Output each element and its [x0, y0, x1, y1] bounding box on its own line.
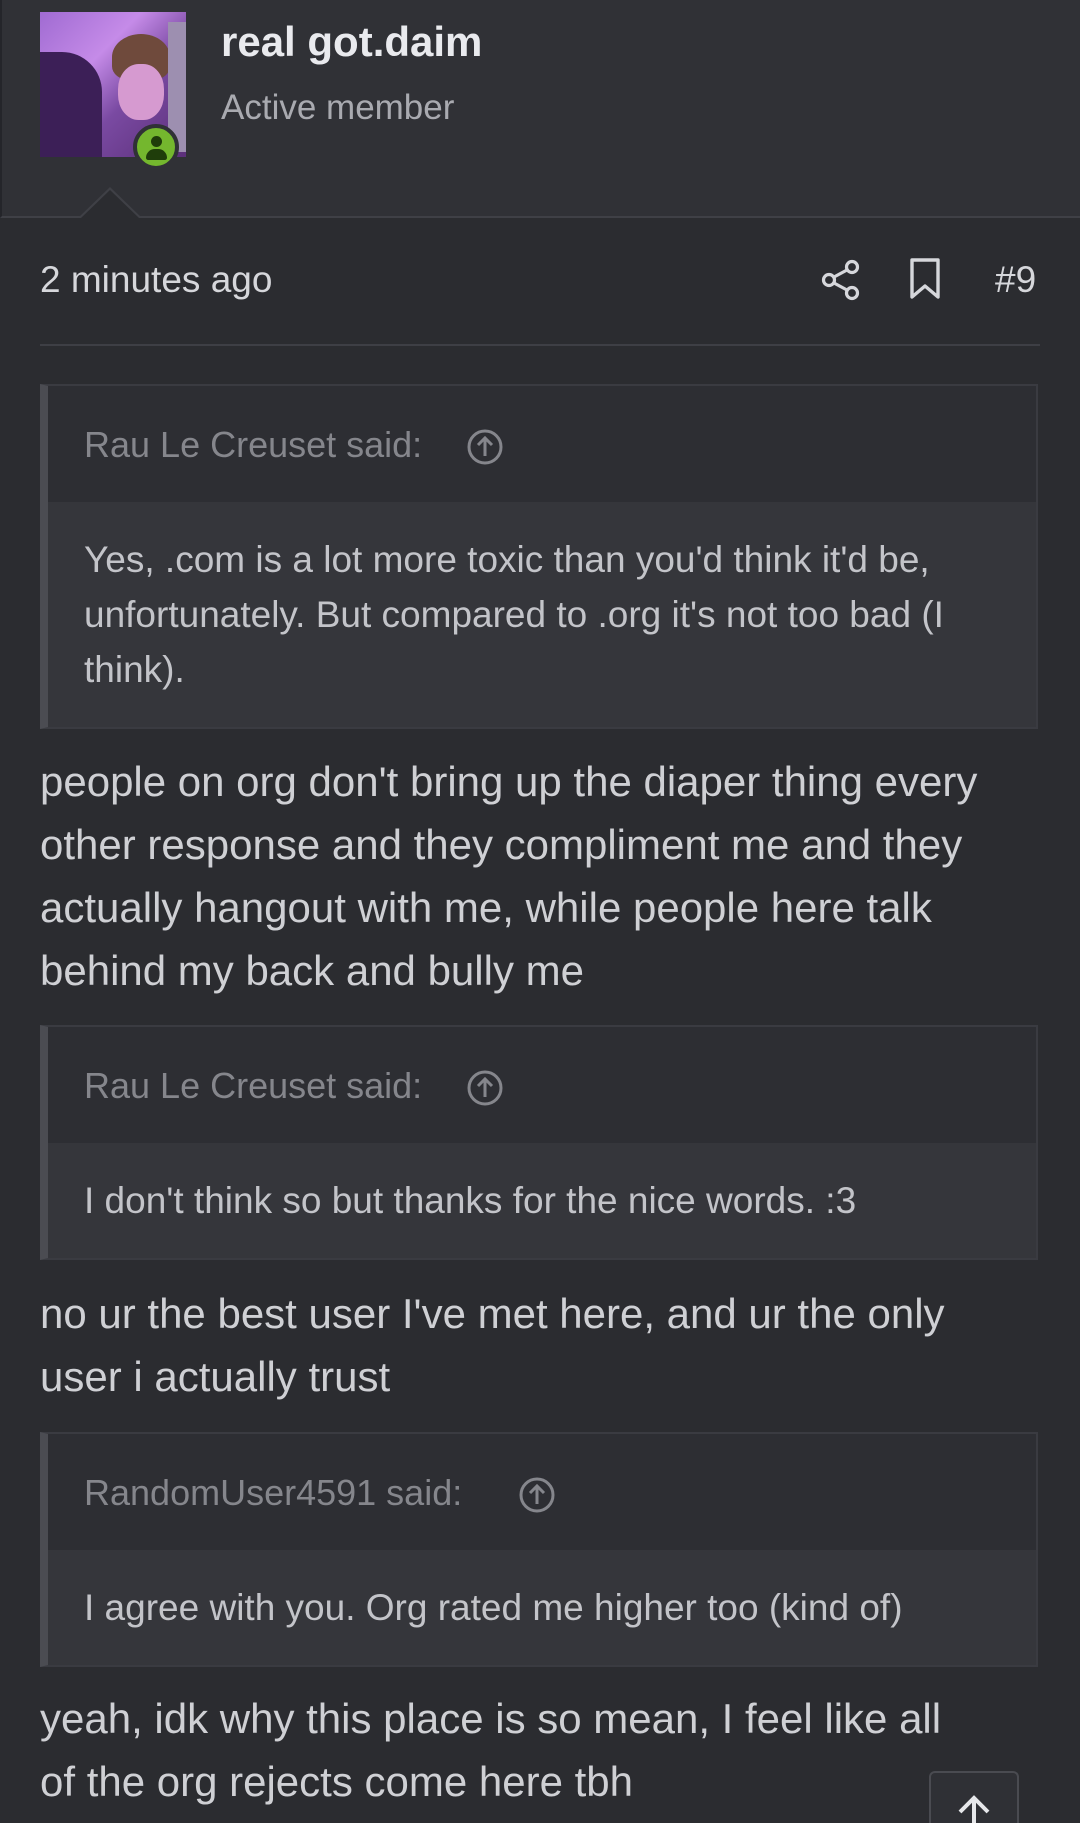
- bookmark-icon[interactable]: [908, 257, 942, 301]
- jump-to-quote-icon[interactable]: [466, 428, 504, 466]
- reply-text: no ur the best user I've met here, and u…: [40, 1290, 945, 1400]
- username-link[interactable]: real got.daim: [221, 18, 482, 66]
- quote-author[interactable]: RandomUser4591 said:: [84, 1472, 462, 1514]
- quote-content: I don't think so but thanks for the nice…: [48, 1143, 1036, 1258]
- reply-text: people on org don't bring up the diaper …: [40, 758, 978, 994]
- user-title: Active member: [221, 88, 455, 127]
- jump-to-quote-icon[interactable]: [518, 1476, 556, 1514]
- quote-content: I agree with you. Org rated me higher to…: [48, 1550, 1036, 1665]
- quote-block: RandomUser4591 said: I agree with you. O…: [40, 1432, 1038, 1667]
- post-timestamp[interactable]: 2 minutes ago: [40, 259, 272, 301]
- jump-to-quote-icon[interactable]: [466, 1069, 504, 1107]
- thread-page: real got.daim Active member 2 minutes ag…: [0, 0, 1080, 1823]
- quote-author[interactable]: Rau Le Creuset said:: [84, 424, 422, 466]
- post-number-link[interactable]: #9: [995, 259, 1036, 301]
- quote-author[interactable]: Rau Le Creuset said:: [84, 1065, 422, 1107]
- reply-text: yeah, idk why this place is so mean, I f…: [40, 1695, 942, 1805]
- arrow-up-icon: [958, 1795, 990, 1823]
- post-meta-bar: 2 minutes ago #9: [40, 245, 1040, 345]
- user-online-icon: [133, 124, 179, 170]
- share-icon[interactable]: [820, 259, 862, 301]
- quote-block: Rau Le Creuset said: I don't think so bu…: [40, 1025, 1038, 1260]
- post-user-header: real got.daim Active member: [0, 0, 1080, 218]
- divider: [40, 344, 1040, 346]
- quote-block: Rau Le Creuset said: Yes, .com is a lot …: [40, 384, 1038, 729]
- quote-content: Yes, .com is a lot more toxic than you'd…: [48, 502, 1036, 727]
- scroll-to-top-button[interactable]: [929, 1771, 1019, 1823]
